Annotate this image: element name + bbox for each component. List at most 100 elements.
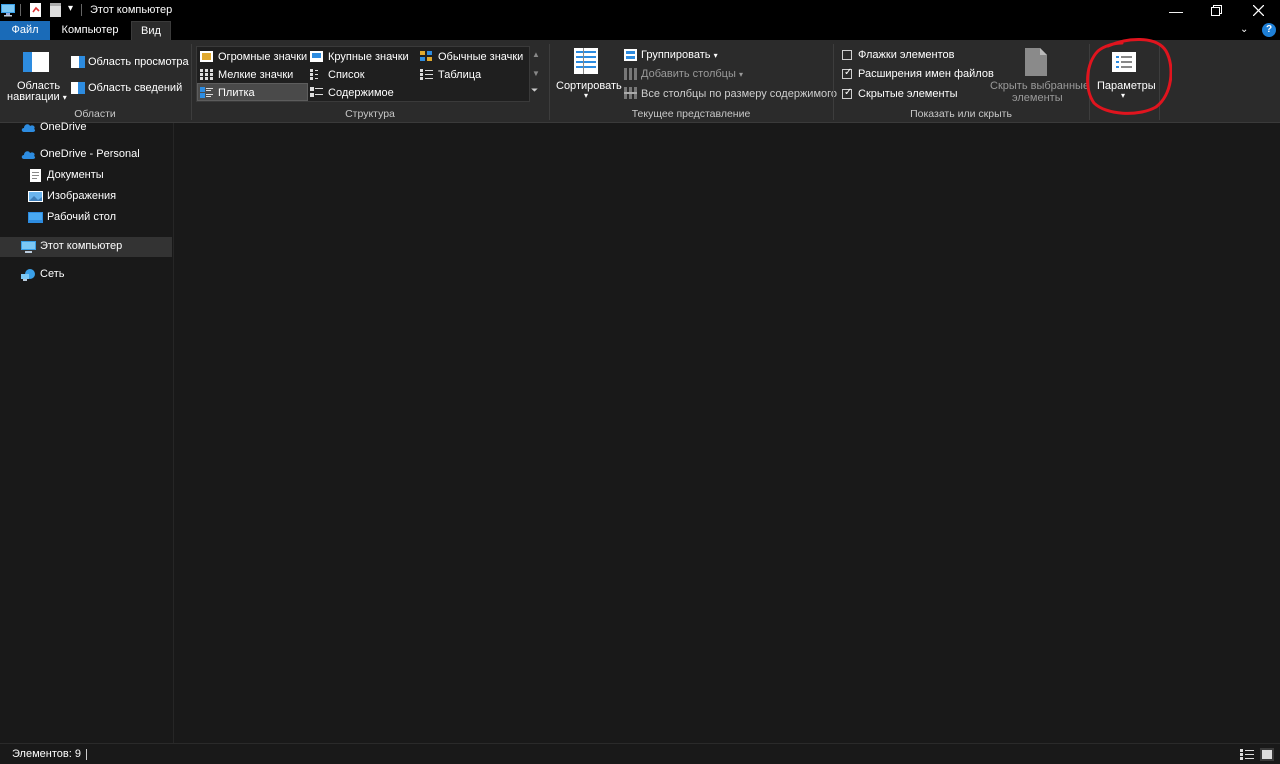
layout-extra-large-icons[interactable]: Огромные значки [218,51,307,63]
details-pane-button[interactable]: Область сведений [88,82,182,94]
desktop-icon [28,212,43,223]
network-icon [21,269,35,281]
current-view-group-label: Текущее представление [631,108,751,120]
extra-large-icons-icon [200,51,213,62]
large-icons-view-icon[interactable] [1260,748,1274,761]
layout-large-icons[interactable]: Крупные значки [328,51,409,63]
nav-item-this-pc[interactable]: Этот компьютер [0,237,172,257]
hidden-items-checkbox[interactable]: ✓ [842,87,853,99]
layout-group-label: Структура [345,108,395,120]
item-checkboxes-label[interactable]: Флажки элементов [858,49,954,61]
group-by-icon [624,49,637,61]
computer-icon [1,4,15,17]
checkmark-icon: ✓ [844,87,853,98]
layout-list[interactable]: Список [328,69,365,81]
sort-icon [574,48,598,74]
show-hide-group-label: Показать или скрыть [910,108,1012,120]
layout-medium-icons[interactable]: Обычные значки [438,51,523,63]
nav-item-onedrive-personal[interactable]: OneDrive - Personal [0,145,172,164]
details-icon [420,69,433,80]
document-icon [30,169,41,182]
group-separator [1089,44,1090,120]
cloud-icon [21,124,36,132]
restore-icon [1210,5,1222,16]
layout-tiles[interactable]: Плитка [218,87,255,99]
tab-file[interactable]: Файл [0,21,50,40]
status-bar: Элементов: 9 [0,743,1280,764]
layout-details[interactable]: Таблица [438,69,481,81]
list-icon [310,69,318,80]
item-checkboxes-checkbox[interactable] [842,50,852,60]
navigation-pane-icon [23,52,49,72]
nav-item-label: Сеть [40,268,65,280]
details-view-icon[interactable] [1240,749,1254,760]
preview-pane-icon [71,56,85,68]
tiles-icon [200,87,213,98]
help-icon[interactable]: ? [1262,23,1276,37]
size-columns-icon [624,87,637,99]
nav-item-onedrive[interactable]: OneDrive [0,118,172,137]
nav-item-label: Документы [47,169,104,181]
restore-button[interactable] [1196,0,1236,21]
navigation-pane: OneDrive OneDrive - Personal Документы И… [0,121,173,743]
items-count: Элементов: 9 [12,748,81,760]
hide-selected-label[interactable]: элементы [1012,92,1063,104]
details-pane-icon [71,82,85,94]
add-columns-icon [624,68,637,80]
minimize-icon: — [1169,2,1183,19]
customize-quick-access-icon[interactable]: ▾ [68,3,73,14]
title-bar: ▾ Этот компьютер — [0,0,1280,21]
nav-item-label: OneDrive [40,121,87,133]
minimize-ribbon-icon[interactable]: ⌄ [1240,24,1248,35]
checkmark-icon: ✓ [844,67,853,78]
nav-item-desktop[interactable]: Рабочий стол [0,208,172,227]
hide-selected-button[interactable]: Скрыть выбранные [990,80,1089,92]
group-separator [1159,44,1160,120]
status-separator [86,749,87,760]
options-dropdown-icon[interactable]: ▾ [1121,91,1125,100]
ribbon: Область навигации ▾ Область просмотра Об… [0,40,1280,123]
nav-item-documents[interactable]: Документы [0,166,172,185]
add-columns-button[interactable]: Добавить столбцы ▾ [641,68,743,80]
file-extensions-label[interactable]: Расширения имен файлов [858,68,994,80]
options-icon [1112,52,1136,72]
nav-item-label: OneDrive - Personal [40,148,140,160]
nav-item-label: Этот компьютер [40,240,123,252]
hidden-items-label[interactable]: Скрытые элементы [858,88,958,100]
close-icon [1252,5,1264,16]
tab-view[interactable]: Вид [131,21,171,40]
file-extensions-checkbox[interactable]: ✓ [842,67,853,79]
close-button[interactable] [1238,0,1278,21]
content-icon [310,87,323,97]
medium-icons-icon [420,51,432,61]
gallery-expand-icon[interactable]: ⏷ [531,85,538,96]
gallery-scroll-up-icon[interactable]: ▲ [532,50,540,59]
ribbon-tabs: Файл Компьютер Вид ⌄ ? [0,21,1280,40]
computer-icon [21,241,36,253]
options-button[interactable]: Параметры [1097,80,1156,92]
preview-pane-button[interactable]: Область просмотра [88,56,189,68]
file-list-area[interactable] [174,123,1280,743]
new-folder-icon[interactable] [50,3,62,17]
sort-button[interactable]: Сортировать [556,80,622,92]
gallery-scroll-down-icon[interactable]: ▼ [532,69,540,78]
hide-selected-icon [1025,48,1047,76]
window-title: Этот компьютер [90,4,173,16]
layout-small-icons[interactable]: Мелкие значки [218,69,293,81]
small-icons-icon [200,69,213,80]
nav-item-label: Рабочий стол [47,211,117,223]
nav-item-label: Изображения [47,190,117,202]
nav-item-network[interactable]: Сеть [0,265,172,284]
sort-dropdown-icon[interactable]: ▾ [584,91,588,100]
large-icons-icon [310,51,323,62]
nav-item-pictures[interactable]: Изображения [0,187,172,206]
properties-icon[interactable] [30,3,42,17]
size-all-columns-button[interactable]: Все столбцы по размеру содержимого [641,88,837,100]
layout-content[interactable]: Содержимое [328,87,394,99]
cloud-icon [21,151,36,159]
image-icon [28,191,43,202]
navigation-pane-label[interactable]: навигации ▾ [7,91,67,103]
group-by-button[interactable]: Группировать ▾ [641,49,718,61]
tab-computer[interactable]: Компьютер [52,21,128,40]
minimize-button[interactable]: — [1156,0,1196,21]
